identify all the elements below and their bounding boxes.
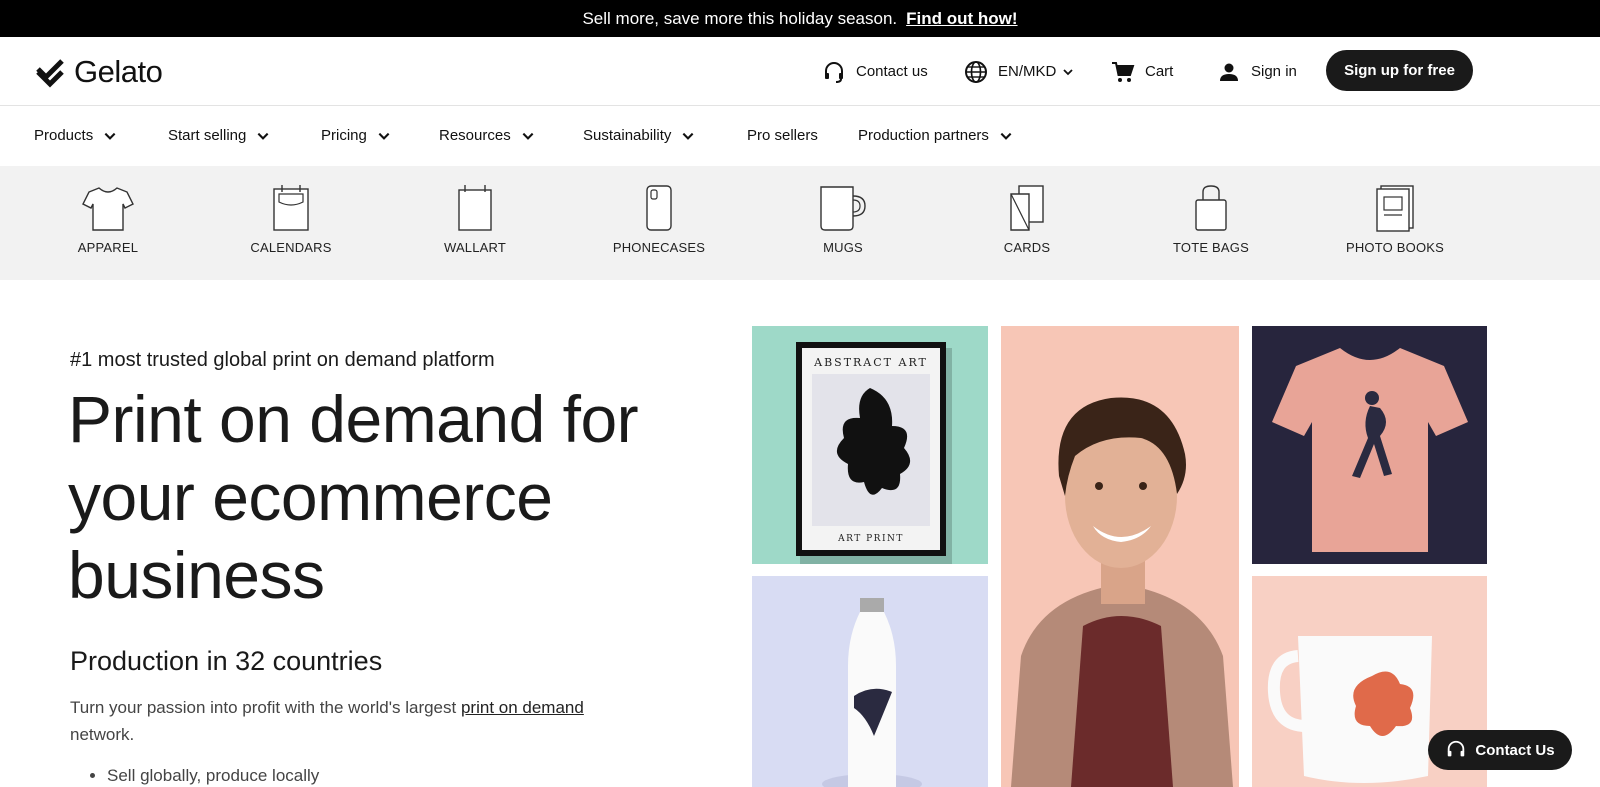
hero-bullets: Sell globally, produce locally [107, 766, 319, 786]
nav-item-label: Pricing [321, 127, 367, 144]
category-apparel[interactable]: APPAREL [43, 166, 173, 280]
category-label: TOTE BAGS [1173, 240, 1249, 255]
print-on-demand-link[interactable]: print on demand [461, 698, 584, 717]
wallart-icon [458, 185, 492, 231]
announcement-text: Sell more, save more this holiday season… [582, 8, 898, 28]
announcement-bar: Sell more, save more this holiday season… [0, 0, 1600, 37]
gelato-logo-icon [36, 59, 64, 88]
bottle-photo [752, 576, 988, 787]
chevron-down-icon [104, 132, 116, 140]
category-phonecases[interactable]: PHONECASES [594, 166, 724, 280]
tshirt-photo [1252, 326, 1487, 564]
headset-icon [825, 61, 843, 83]
headset-icon [1448, 740, 1465, 757]
logo-text: Gelato [74, 54, 163, 89]
nav-item-label: Production partners [858, 127, 989, 144]
nav-item-production-partners[interactable]: Production partners [858, 106, 1013, 165]
contact-us-link[interactable]: Contact us [822, 37, 928, 106]
announcement-link[interactable]: Find out how! [906, 9, 1017, 29]
nav-item-label: Start selling [168, 127, 247, 144]
sign-in-link[interactable]: Sign in [1217, 37, 1297, 106]
art-print-top-text: ABSTRACT ART [813, 356, 928, 369]
category-photo-books[interactable]: PHOTO BOOKS [1330, 166, 1460, 280]
tshirt-icon [82, 187, 134, 231]
category-label: APPAREL [77, 240, 139, 255]
category-label: PHOTO BOOKS [1345, 240, 1445, 255]
chevron-down-icon [1000, 132, 1012, 140]
site-header: Gelato Contact us EN/MKD Cart Sign in Si… [0, 37, 1600, 106]
language-selector[interactable]: EN/MKD [964, 37, 1074, 106]
photo-book-icon [1376, 185, 1414, 232]
hero-subtitle: Production in 32 countries [70, 646, 383, 676]
nav-item-pro-sellers[interactable]: Pro sellers [747, 106, 818, 165]
chevron-down-icon [1063, 68, 1073, 75]
nav-item-label: Pro sellers [747, 127, 818, 144]
hero-description-text-end: network. [70, 725, 135, 744]
chevron-down-icon [682, 132, 694, 140]
chevron-down-icon [522, 132, 534, 140]
nav-item-resources[interactable]: Resources [439, 106, 535, 165]
nav-item-sustainability[interactable]: Sustainability [583, 106, 695, 165]
mug-icon [820, 186, 866, 231]
contact-us-float-button[interactable]: Contact Us [1428, 730, 1572, 770]
model-photo [1001, 326, 1239, 787]
category-label: PHONECASES [612, 240, 706, 255]
nav-item-label: Resources [439, 127, 511, 144]
hero-description: Turn your passion into profit with the w… [70, 694, 650, 748]
category-cards[interactable]: CARDS [962, 166, 1092, 280]
category-tote-bags[interactable]: TOTE BAGS [1146, 166, 1276, 280]
hero-bullet: Sell globally, produce locally [107, 766, 319, 786]
sign-up-button[interactable]: Sign up for free [1326, 50, 1473, 91]
calendar-icon [273, 185, 309, 231]
sign-in-label: Sign in [1251, 63, 1297, 80]
nav-item-start-selling[interactable]: Start selling [168, 106, 270, 165]
cards-icon [1010, 185, 1044, 231]
category-label: CALENDARS [250, 240, 332, 255]
category-mugs[interactable]: MUGS [778, 166, 908, 280]
user-icon [1220, 63, 1238, 81]
cart-icon [1112, 61, 1135, 82]
cart-link[interactable]: Cart [1111, 37, 1173, 106]
category-calendars[interactable]: CALENDARS [226, 166, 356, 280]
hero-description-text: Turn your passion into profit with the w… [70, 698, 461, 717]
phonecase-icon [646, 185, 672, 231]
nav-item-label: Sustainability [583, 127, 672, 144]
nav-item-label: Products [34, 127, 94, 144]
hero-eyebrow: #1 most trusted global print on demand p… [70, 349, 495, 371]
cart-label: Cart [1145, 63, 1174, 80]
logo[interactable]: Gelato [34, 54, 163, 90]
nav-item-pricing[interactable]: Pricing [321, 106, 391, 165]
contact-us-float-label: Contact Us [1475, 741, 1555, 759]
hero-title: Print on demand for your ecommerce busin… [68, 382, 639, 612]
category-label: MUGS [823, 240, 863, 255]
chevron-down-icon [378, 132, 390, 140]
nav-item-products[interactable]: Products [34, 106, 117, 165]
category-label: WALLART [443, 240, 507, 255]
category-wallart[interactable]: WALLART [410, 166, 540, 280]
chevron-down-icon [257, 132, 269, 140]
category-label: CARDS [1003, 240, 1051, 255]
category-bar: APPAREL CALENDARS WALLART PHONECASES MUG… [0, 166, 1600, 280]
tote-bag-icon [1195, 185, 1227, 231]
contact-us-label: Contact us [856, 63, 928, 80]
art-print-bottom-text: ART PRINT [837, 534, 904, 544]
main-nav: Products Start selling Pricing Resources… [0, 106, 1600, 165]
art-print-image: ABSTRACT ART ART PRINT [752, 326, 988, 564]
language-label: EN/MKD [998, 63, 1057, 80]
globe-icon [965, 60, 987, 83]
